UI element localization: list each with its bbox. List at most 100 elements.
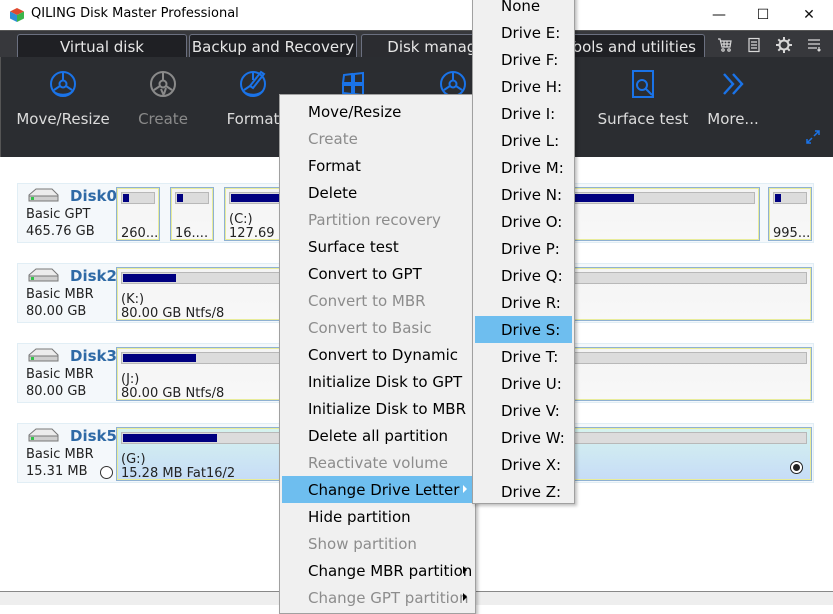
partition-block[interactable]: 995... [768, 187, 812, 241]
partition-letter: (C:) [229, 212, 253, 227]
menu-item-label: Show partition [308, 534, 417, 553]
disk-type: Basic MBR [26, 367, 94, 382]
partition-block[interactable]: 260... [116, 187, 160, 241]
app-window: QILING Disk Master Professional — ☐ ✕ Vi… [0, 0, 833, 614]
usage-bar-fill [123, 434, 217, 442]
context-menu-item-partition-recovery[interactable]: Partition recovery [282, 206, 473, 233]
context-menu-item-format[interactable]: Format [282, 152, 473, 179]
context-menu-item-convert-to-dynamic[interactable]: Convert to Dynamic [282, 341, 473, 368]
drive-letter-option-drive-u[interactable]: Drive U: [475, 370, 572, 397]
context-menu-item-change-gpt-partition[interactable]: Change GPT partition [282, 584, 473, 611]
tab-virtual-disk[interactable]: Virtual disk [17, 34, 187, 58]
disk-info: Disk3 Basic MBR 80.00 GB [24, 347, 117, 401]
usage-bar [121, 192, 155, 204]
usage-bar [175, 192, 209, 204]
tab-backup-and-recovery[interactable]: Backup and Recovery [189, 34, 357, 58]
drive-letter-option-drive-x[interactable]: Drive X: [475, 451, 572, 478]
maximize-button[interactable]: ☐ [740, 0, 786, 30]
menu-item-label: Delete all partition [308, 426, 449, 445]
disk-select-radio[interactable] [100, 466, 113, 479]
drive-letter-option-drive-e[interactable]: Drive E: [475, 19, 572, 46]
context-menu-item-change-mbr-partition[interactable]: Change MBR partition [282, 557, 473, 584]
context-menu-item-initialize-disk-to-mbr[interactable]: Initialize Disk to MBR [282, 395, 473, 422]
drive-letter-option-none[interactable]: None [475, 0, 572, 19]
drive-letter-option-drive-t[interactable]: Drive T: [475, 343, 572, 370]
context-menu-item-create[interactable]: Create [282, 125, 473, 152]
menu-icon[interactable] [803, 35, 825, 55]
disk-size: 15.31 MB [26, 464, 88, 479]
tab-tools-and-utilities[interactable]: Tools and utilities [555, 34, 705, 58]
drive-letter-option-drive-v[interactable]: Drive V: [475, 397, 572, 424]
toolbar-create-button[interactable]: Create [113, 69, 213, 128]
usage-bar-fill [775, 194, 781, 202]
disk-type: Basic GPT [26, 207, 91, 222]
submenu-arrow-icon [463, 485, 467, 493]
context-menu-item-hide-partition[interactable]: Hide partition [282, 503, 473, 530]
close-button[interactable]: ✕ [786, 0, 832, 30]
drive-letter-option-drive-m[interactable]: Drive M: [475, 154, 572, 181]
context-menu-item-convert-to-mbr[interactable]: Convert to MBR [282, 287, 473, 314]
menu-item-label: Hide partition [308, 507, 411, 526]
menu-item-label: Move/Resize [308, 102, 402, 121]
toolbar-more-button[interactable]: More... [683, 69, 783, 128]
partition-detail: 15.28 MB Fat16/2 [121, 466, 236, 481]
toolbar-surface-test-button[interactable]: Surface test [593, 69, 693, 128]
cart-icon[interactable] [714, 35, 736, 55]
gear-icon[interactable] [773, 35, 795, 55]
drive-letter-option-drive-q[interactable]: Drive Q: [475, 262, 572, 289]
drive-letter-option-drive-l[interactable]: Drive L: [475, 127, 572, 154]
context-menu-item-delete-all-partition[interactable]: Delete all partition [282, 422, 473, 449]
context-menu-item-initialize-disk-to-gpt[interactable]: Initialize Disk to GPT [282, 368, 473, 395]
hard-disk-icon [28, 268, 59, 282]
submenu-arrow-icon [463, 593, 467, 601]
partition-select-radio[interactable] [790, 461, 803, 474]
toolbar-label: Move/Resize [16, 110, 110, 128]
context-menu-item-convert-to-basic[interactable]: Convert to Basic [282, 314, 473, 341]
context-menu-item-move-resize[interactable]: Move/Resize [282, 98, 473, 125]
drive-letter-option-drive-f[interactable]: Drive F: [475, 46, 572, 73]
disk-name: Disk3 [70, 347, 117, 365]
notes-icon[interactable] [743, 35, 765, 55]
menu-item-label: Convert to Dynamic [308, 345, 459, 364]
context-menu-item-reactivate-volume[interactable]: Reactivate volume [282, 449, 473, 476]
drive-letter-option-drive-r[interactable]: Drive R: [475, 289, 572, 316]
move-resize-icon [50, 71, 76, 97]
usage-bar-fill [123, 274, 176, 282]
disk-size: 80.00 GB [26, 304, 87, 319]
toolbar-label: Format [226, 110, 280, 128]
context-menu-item-delete[interactable]: Delete [282, 179, 473, 206]
toolbar-move-resize-button[interactable]: Move/Resize [13, 69, 113, 128]
toolbar-label: Create [138, 110, 188, 128]
restore-layout-icon[interactable] [805, 129, 821, 145]
menu-item-label: Format [308, 156, 361, 175]
drive-letter-option-drive-w[interactable]: Drive W: [475, 424, 572, 451]
drive-letter-option-drive-p[interactable]: Drive P: [475, 235, 572, 262]
submenu-arrow-icon [463, 566, 467, 574]
drive-letter-option-drive-h[interactable]: Drive H: [475, 73, 572, 100]
disk-name: Disk0 [70, 187, 117, 205]
disk-type: Basic MBR [26, 287, 94, 302]
drive-letter-option-drive-n[interactable]: Drive N: [475, 181, 572, 208]
partition-block[interactable]: 16.... [170, 187, 214, 241]
menu-item-label: Change GPT partition [308, 588, 469, 607]
partition-context-menu: Move/Resize Create Format Delete Partition r… [279, 94, 476, 614]
format-icon [240, 70, 266, 97]
drive-letter-submenu: None Drive E: Drive F: Drive H: Drive I: Driv… [472, 0, 575, 504]
disk-size: 80.00 GB [26, 384, 87, 399]
drive-letter-option-drive-i[interactable]: Drive I: [475, 100, 572, 127]
menu-item-label: Convert to GPT [308, 264, 422, 283]
context-menu-item-change-drive-letter[interactable]: Change Drive Letter [282, 476, 473, 503]
menu-item-label: Convert to MBR [308, 291, 426, 310]
context-menu-item-show-partition[interactable]: Show partition [282, 530, 473, 557]
disk-info: Disk0 Basic GPT 465.76 GB [24, 187, 117, 241]
disk-name: Disk2 [70, 267, 117, 285]
context-menu-item-surface-test[interactable]: Surface test [282, 233, 473, 260]
drive-letter-option-drive-o[interactable]: Drive O: [475, 208, 572, 235]
usage-bar-fill [123, 194, 129, 202]
minimize-button[interactable]: — [696, 0, 742, 30]
context-menu-item-convert-to-gpt[interactable]: Convert to GPT [282, 260, 473, 287]
disk-name: Disk5 [70, 427, 117, 445]
drive-letter-option-drive-s[interactable]: Drive S: [475, 316, 572, 343]
hard-disk-icon [28, 428, 59, 442]
drive-letter-option-drive-z[interactable]: Drive Z: [475, 478, 572, 505]
